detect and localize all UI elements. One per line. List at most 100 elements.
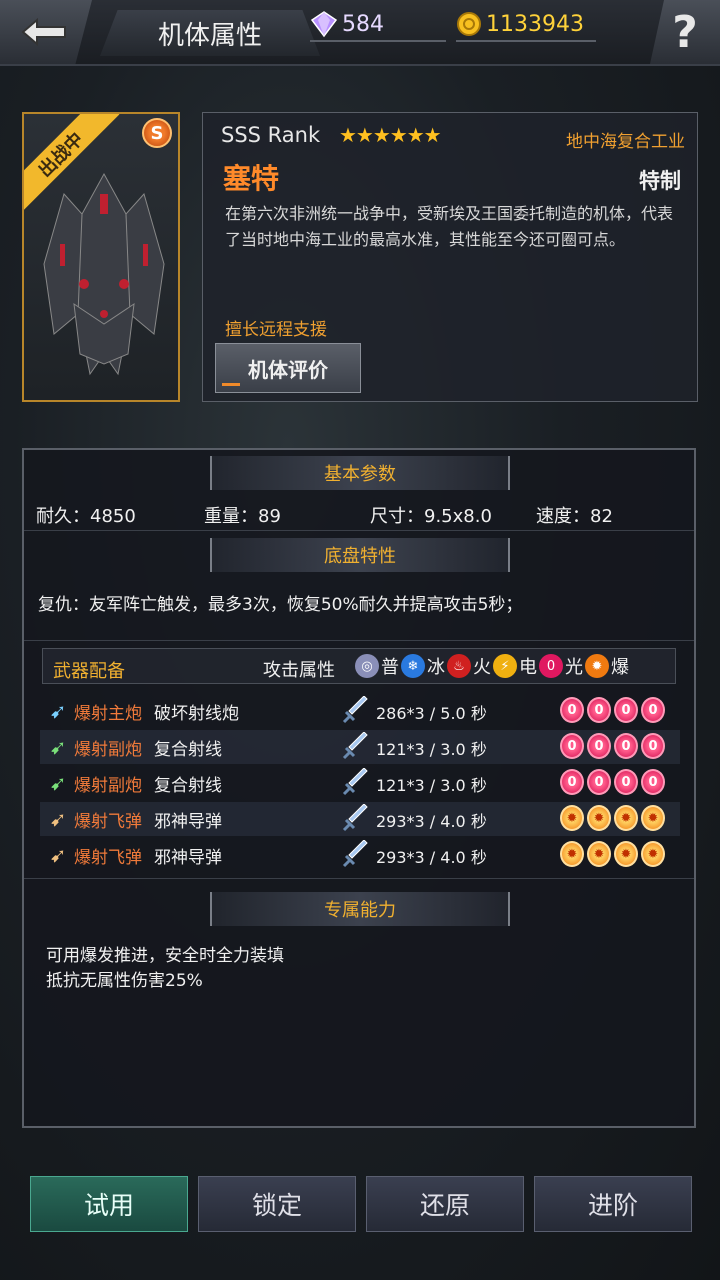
weapon-element-slots: 0000	[560, 697, 665, 723]
attack-attribute-label: 攻击属性	[263, 660, 335, 681]
weapon-name: 复合射线	[154, 740, 222, 760]
weapon-section-label: 武器配备	[53, 661, 125, 682]
weapon-header: 武器配备 攻击属性 ◎ 普 ❄ 冰 ♨ 火 ⚡ 电 0 光 ✹ 爆	[42, 648, 676, 684]
weapon-name: 破坏射线炮	[154, 704, 239, 724]
sword-icon	[342, 732, 368, 760]
weapon-type: 爆射飞弹	[74, 848, 142, 868]
unit-info-panel: SSS Rank ★★★★★★ 地中海复合工业 塞特 特制 在第六次非洲统一战争…	[202, 112, 698, 402]
unit-specialty: 擅长远程支援	[225, 320, 327, 340]
light-element-icon: 0	[587, 733, 611, 759]
light-element-icon: 0	[560, 769, 584, 795]
light-element-icon: 0	[641, 769, 665, 795]
light-element-icon: 0	[641, 697, 665, 723]
help-button[interactable]: ?	[650, 0, 720, 64]
divider	[24, 640, 694, 641]
burst-element-icon: ✹	[641, 805, 665, 831]
weapon-row: ➹ 爆射飞弹 邪神导弹 293*3 / 4.0 秒 ✹ ✹ ✹ ✹	[40, 838, 680, 872]
weapon-row: ➹ 爆射主炮 破坏射线炮 286*3 / 5.0 秒0000	[40, 694, 680, 728]
weapon-element-slots: ✹ ✹ ✹ ✹	[560, 805, 665, 831]
sword-icon	[342, 768, 368, 796]
burst-element-icon: ✹	[587, 805, 611, 831]
light-element-icon: 0	[539, 654, 563, 678]
manufacturer: 地中海复合工业	[566, 132, 685, 152]
weapon-row: ➹ 爆射飞弹 邪神导弹 293*3 / 4.0 秒 ✹ ✹ ✹ ✹	[40, 802, 680, 836]
exclusive-header: 专属能力	[210, 892, 510, 926]
weapon-damage: 293*3 / 4.0 秒	[376, 848, 487, 867]
page-title: 机体属性	[100, 10, 320, 56]
weapon-damage: 286*3 / 5.0 秒	[376, 704, 487, 723]
coin-counter: 1133943	[456, 8, 596, 42]
weapon-name: 复合射线	[154, 776, 222, 796]
back-button[interactable]	[0, 0, 92, 64]
stat-speed: 速度：82	[536, 506, 613, 527]
burst-element-icon: ✹	[585, 654, 609, 678]
exclusive-abilities: 可用爆发推进，安全时全力装填 抵抗无属性伤害25%	[46, 944, 284, 994]
weapon-type-icon: ➹	[49, 807, 67, 831]
weapon-name: 邪神导弹	[154, 812, 222, 832]
unit-portrait[interactable]: 出战中 S	[22, 112, 180, 402]
weapon-name: 邪神导弹	[154, 848, 222, 868]
burst-element-icon: ✹	[560, 805, 584, 831]
restore-button[interactable]: 还原	[366, 1176, 524, 1232]
normal-element-icon: ◎	[355, 654, 379, 678]
weapon-type-icon: ➹	[49, 771, 67, 795]
divider	[24, 878, 694, 879]
light-element-icon: 0	[614, 769, 638, 795]
fire-element-icon: ♨	[447, 654, 471, 678]
weapon-type-icon: ➹	[49, 843, 67, 867]
element-label: 爆	[611, 657, 629, 678]
ship-image	[43, 172, 165, 376]
stat-weight: 重量：89	[204, 506, 281, 527]
ice-element-icon: ❄	[401, 654, 425, 678]
burst-element-icon: ✹	[641, 841, 665, 867]
light-element-icon: 0	[587, 769, 611, 795]
weapon-type-icon: ➹	[49, 699, 67, 723]
burst-element-icon: ✹	[587, 841, 611, 867]
lock-button[interactable]: 锁定	[198, 1176, 356, 1232]
basic-params-header: 基本参数	[210, 456, 510, 490]
exclusive-ability-line: 抵抗无属性伤害25%	[46, 971, 203, 991]
element-legend: ◎ 普 ❄ 冰 ♨ 火 ⚡ 电 0 光 ✹ 爆	[355, 653, 629, 679]
rank-s-icon: S	[142, 118, 172, 148]
top-bar: 机体属性 584 1133943 ?	[0, 0, 720, 66]
gem-counter: 584	[310, 8, 446, 42]
exclusive-ability-line: 可用爆发推进，安全时全力装填	[46, 946, 284, 966]
electric-element-icon: ⚡	[493, 654, 517, 678]
divider	[24, 530, 694, 531]
weapon-damage: 121*3 / 3.0 秒	[376, 776, 487, 795]
element-label: 光	[565, 657, 583, 678]
gem-icon	[310, 11, 338, 38]
light-element-icon: 0	[560, 733, 584, 759]
weapon-element-slots: ✹ ✹ ✹ ✹	[560, 841, 665, 867]
unit-description: 在第六次非洲统一战争中，受新埃及王国委托制造的机体，代表了当时地中海工业的最高水…	[225, 204, 674, 249]
light-element-icon: 0	[587, 697, 611, 723]
attributes-panel: 基本参数 耐久：4850 重量：89 尺寸：9.5x8.0 速度：82 底盘特性…	[22, 448, 696, 1128]
weapon-element-slots: 0000	[560, 769, 665, 795]
weapon-type-icon: ➹	[49, 735, 67, 759]
light-element-icon: 0	[560, 697, 584, 723]
trial-button[interactable]: 试用	[30, 1176, 188, 1232]
burst-element-icon: ✹	[560, 841, 584, 867]
light-element-icon: 0	[641, 733, 665, 759]
light-element-icon: 0	[614, 697, 638, 723]
element-label: 普	[381, 657, 399, 678]
weapon-row: ➹ 爆射副炮 复合射线 121*3 / 3.0 秒0000	[40, 730, 680, 764]
coin-icon	[457, 12, 481, 36]
sword-icon	[342, 840, 368, 868]
weapon-type: 爆射副炮	[74, 776, 142, 796]
unit-name: 塞特	[223, 162, 280, 195]
gem-count: 584	[342, 11, 384, 37]
weapon-type: 爆射飞弹	[74, 812, 142, 832]
sword-icon	[342, 696, 368, 724]
coin-count: 1133943	[486, 11, 584, 37]
element-label: 冰	[427, 657, 445, 678]
light-element-icon: 0	[614, 733, 638, 759]
element-label: 电	[519, 657, 537, 678]
stat-size: 尺寸：9.5x8.0	[370, 506, 492, 527]
weapon-element-slots: 0000	[560, 733, 665, 759]
advance-button[interactable]: 进阶	[534, 1176, 692, 1232]
rank-label: SSS Rank	[221, 123, 321, 147]
unit-evaluation-button[interactable]: 机体评价	[215, 343, 361, 393]
unit-grade: 特制	[639, 169, 681, 193]
chassis-header: 底盘特性	[210, 538, 510, 572]
